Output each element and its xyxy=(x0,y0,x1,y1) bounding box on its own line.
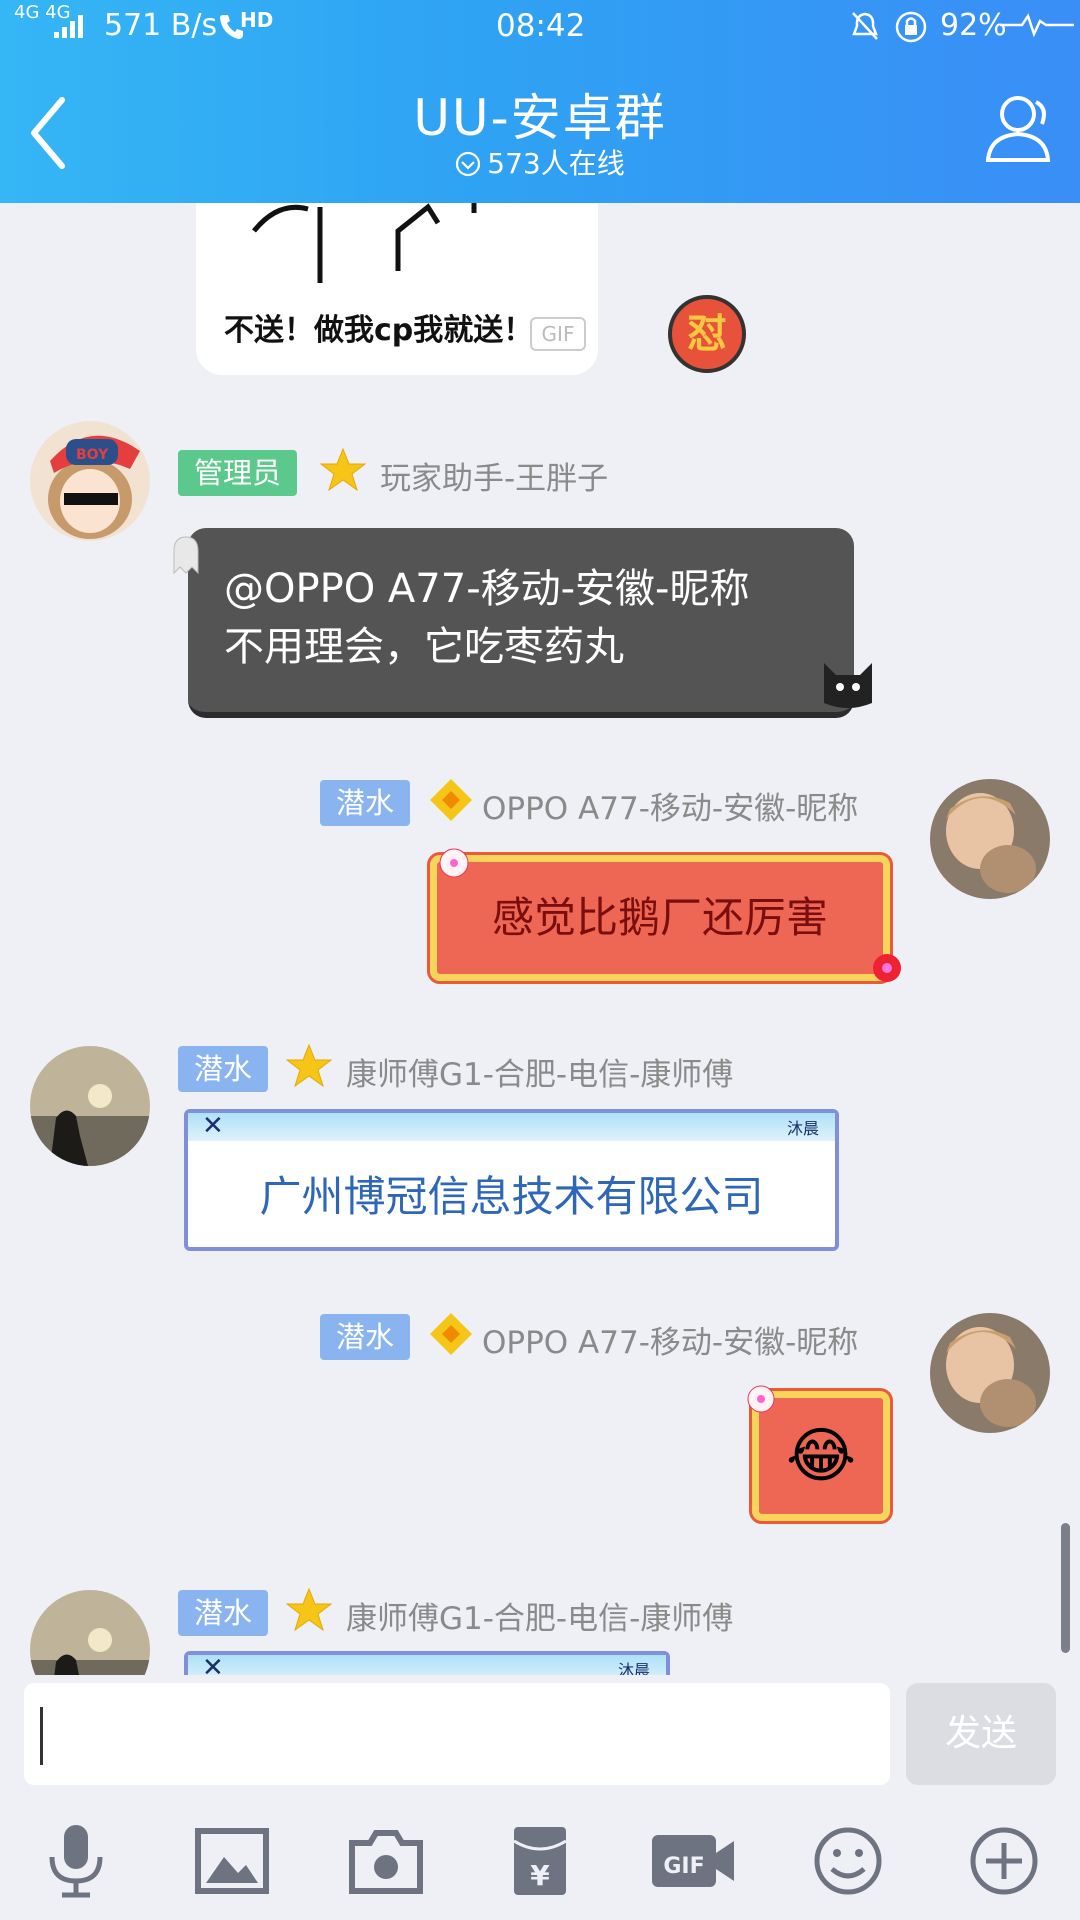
diver-badge: 潜水 xyxy=(320,780,411,826)
plum-blossom-icon xyxy=(873,954,901,982)
message-text: 感觉比鹅厂还厉害 xyxy=(491,893,828,942)
plum-blossom-icon xyxy=(747,1385,775,1413)
status-bar: 4G 4G 571 B/s HD 08:42 92% xyxy=(0,0,1080,52)
level-diamond-icon xyxy=(430,779,472,821)
sender-nickname[interactable]: OPPO A77-移动-安徽-昵称 xyxy=(482,783,858,828)
sunset-silhouette-avatar xyxy=(30,1046,150,1166)
group-members-icon[interactable] xyxy=(978,88,1058,168)
hd-indicator: HD xyxy=(240,8,274,32)
level-diamond-icon xyxy=(430,1313,472,1355)
level-star-icon xyxy=(286,1043,332,1088)
signal-icon xyxy=(54,15,83,38)
battery-pulse-icon xyxy=(1000,13,1074,38)
sender-nickname[interactable]: OPPO A77-移动-安徽-昵称 xyxy=(482,1317,858,1362)
laughing-tears-emoji: 😂 xyxy=(785,1421,857,1491)
camera-icon[interactable] xyxy=(346,1823,426,1899)
message-input[interactable] xyxy=(24,1683,890,1785)
microphone-icon[interactable] xyxy=(36,1823,116,1899)
chat-header: 4G 4G 571 B/s HD 08:42 92% UU-安卓群 573人在线 xyxy=(0,0,1080,203)
avatar[interactable] xyxy=(930,1313,1050,1433)
send-button[interactable]: 发送 xyxy=(906,1683,1056,1785)
diver-badge: 潜水 xyxy=(320,1314,411,1360)
group-title: UU-安卓群 xyxy=(413,89,667,147)
card-mark: 沐晨 xyxy=(617,1661,650,1675)
card-message-bubble[interactable]: ✕ 沐晨 xyxy=(184,1651,670,1675)
diver-badge: 潜水 xyxy=(178,1046,269,1092)
svg-text:GIF: GIF xyxy=(663,1854,704,1879)
message-text: 广州博冠信息技术有限公司 xyxy=(259,1172,764,1221)
close-icon: ✕ xyxy=(202,1111,224,1141)
battery-level: 92% xyxy=(940,8,1007,43)
clock: 08:42 xyxy=(496,8,586,44)
level-star-icon xyxy=(286,1587,332,1632)
sender-nickname[interactable]: 玩家助手-王胖子 xyxy=(380,453,608,498)
plus-icon[interactable] xyxy=(964,1823,1044,1899)
online-count: 573人在线 xyxy=(487,147,625,180)
message-text-line: 不用理会，它吃枣药丸 xyxy=(224,624,624,670)
child-photo-avatar xyxy=(930,779,1050,899)
level-star-icon xyxy=(320,447,366,492)
svg-text:¥: ¥ xyxy=(530,1859,550,1892)
avatar[interactable] xyxy=(30,1590,150,1675)
sticker-message[interactable]: 不送！做我cp我就送！ GIF xyxy=(196,203,598,375)
rotation-lock-icon xyxy=(895,11,927,43)
mute-bell-icon xyxy=(852,12,878,40)
message-bubble[interactable]: @OPPO A77-移动-安徽-昵称 不用理会，它吃枣药丸 xyxy=(188,528,854,718)
card-mark: 沐晨 xyxy=(786,1119,819,1138)
input-toolbar: ¥ GIF xyxy=(0,1795,1080,1920)
gif-icon[interactable]: GIF xyxy=(650,1823,736,1899)
stick-figure-drawing xyxy=(252,203,477,283)
card-title-strip xyxy=(188,1655,666,1675)
card-title-strip xyxy=(188,1113,835,1141)
sticker-caption: 不送！做我cp我就送！ xyxy=(224,313,534,348)
red-packet-icon[interactable]: ¥ xyxy=(500,1823,580,1899)
cartoon-girl-avatar: BOY xyxy=(30,421,150,541)
scrollbar-thumb[interactable] xyxy=(1061,1523,1070,1653)
ghost-icon xyxy=(173,536,199,575)
svg-text:BOY: BOY xyxy=(76,447,109,463)
diver-badge: 潜水 xyxy=(178,1590,269,1636)
admin-badge: 管理员 xyxy=(178,450,298,496)
emoji-icon[interactable] xyxy=(808,1823,888,1899)
child-photo-avatar xyxy=(930,1313,1050,1433)
avatar[interactable] xyxy=(930,779,1050,899)
text-caret xyxy=(40,1707,43,1765)
reaction-badge: 怼 xyxy=(668,295,746,373)
close-icon: ✕ xyxy=(202,1653,224,1675)
avatar[interactable] xyxy=(30,1046,150,1166)
online-chevron-icon xyxy=(456,151,481,177)
gif-label: GIF xyxy=(530,317,586,351)
image-icon[interactable] xyxy=(192,1823,272,1899)
sender-nickname[interactable]: 康师傅G1-合肥-电信-康师傅 xyxy=(346,1049,733,1094)
black-cat-icon xyxy=(824,663,872,708)
plum-blossom-icon xyxy=(439,848,469,878)
network-speed: 571 B/s xyxy=(104,8,218,43)
avatar[interactable]: BOY xyxy=(30,421,150,541)
online-count-row: 573人在线 xyxy=(0,142,1080,182)
message-list[interactable]: 不送！做我cp我就送！ GIF 怼 BOY 管理员 玩家助手-王胖子 @OPPO… xyxy=(0,203,1080,1675)
sender-nickname[interactable]: 康师傅G1-合肥-电信-康师傅 xyxy=(346,1593,733,1638)
input-bar: 发送 xyxy=(0,1675,1080,1795)
festive-message-bubble[interactable]: 感觉比鹅厂还厉害 xyxy=(427,852,893,984)
message-text-line: @OPPO A77-移动-安徽-昵称 xyxy=(224,566,750,612)
card-message-bubble[interactable]: ✕ 沐晨 广州博冠信息技术有限公司 xyxy=(184,1109,839,1251)
sunset-silhouette-avatar xyxy=(30,1590,150,1675)
